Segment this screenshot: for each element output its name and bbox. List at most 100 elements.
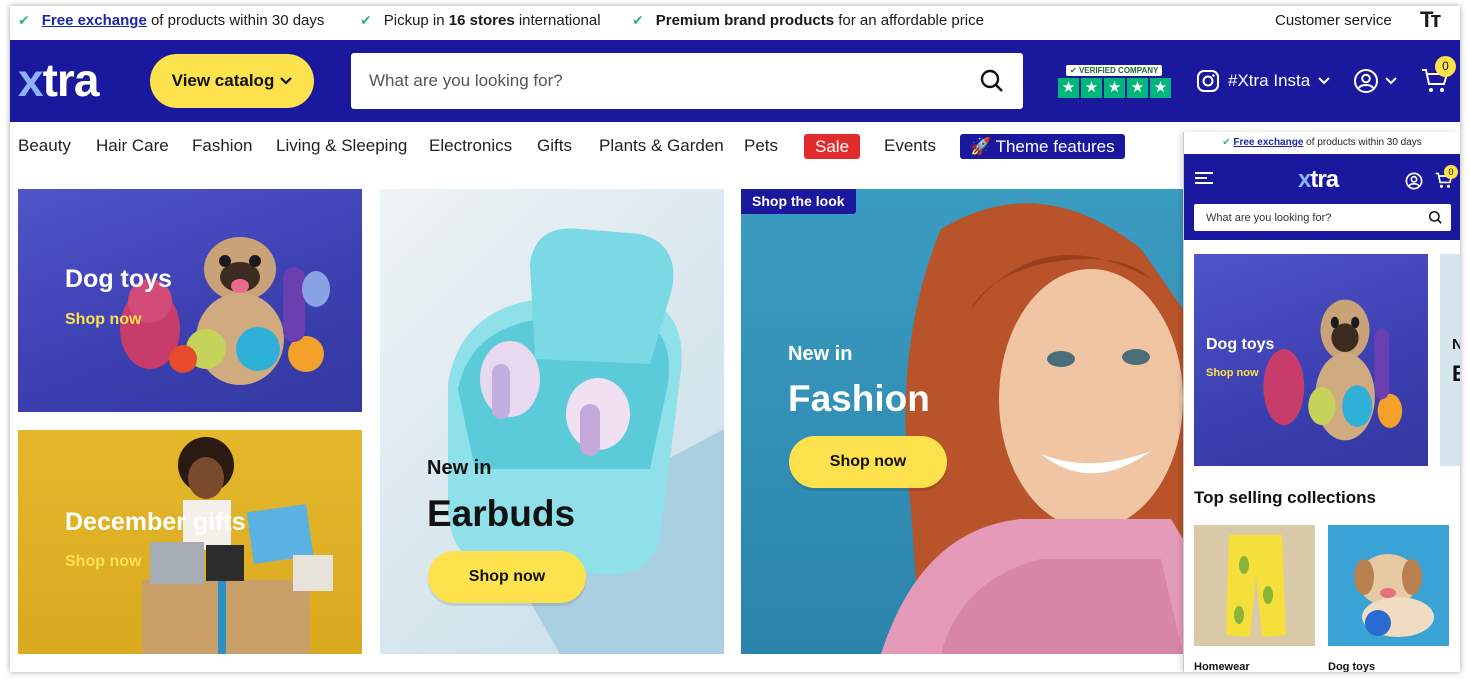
mobile-cart-count-badge: 0 xyxy=(1444,165,1458,179)
search-input[interactable] xyxy=(369,53,969,109)
user-icon xyxy=(1354,69,1378,93)
cart-button[interactable]: 0 xyxy=(1421,56,1456,99)
star-icon: ★ xyxy=(1127,78,1148,98)
mobile-tile-dog-toys[interactable]: Dog toys Shop now xyxy=(1194,254,1428,466)
mobile-logo-x: x xyxy=(1298,166,1311,193)
star-icon: ★ xyxy=(1081,78,1102,98)
fashion-model-image xyxy=(881,203,1183,654)
verified-company-label: ✔ VERIFIED COMPANY xyxy=(1066,65,1163,76)
star-icon: ★ xyxy=(1058,78,1079,98)
rating-stars: ★ ★ ★ ★ ★ xyxy=(1058,78,1171,98)
account-dropdown[interactable] xyxy=(1353,68,1397,94)
dog-toys-image xyxy=(120,237,330,385)
site-header: xtra View catalog ✔ VERIFIED COMPANY ★ ★… xyxy=(10,40,1460,122)
december-gifts-title: December gifts xyxy=(65,508,246,536)
gifts-image xyxy=(142,437,333,654)
earbuds-title: Earbuds xyxy=(427,493,576,534)
mobile-search-bar xyxy=(1194,204,1451,231)
fashion-kicker: New in xyxy=(788,343,853,365)
mobile-preview: ✔ Free exchange of products within 30 da… xyxy=(1183,132,1460,672)
nav-item-living-sleeping[interactable]: Living & Sleeping xyxy=(276,136,407,156)
mobile-header: xtra 0 xyxy=(1184,154,1460,240)
mobile-tile-peek[interactable]: N E xyxy=(1440,254,1460,466)
usp-pickup-post: international xyxy=(514,12,601,29)
dog-toys-image xyxy=(1263,299,1403,441)
tile-dog-toys[interactable]: Dog toys Shop now xyxy=(18,189,362,412)
collection-dog-toys[interactable] xyxy=(1328,525,1449,646)
hamburger-menu-icon[interactable] xyxy=(1194,171,1214,185)
earbuds-kicker: New in xyxy=(427,457,492,479)
nav-item-gifts[interactable]: Gifts xyxy=(537,136,572,156)
homewear-image xyxy=(1226,535,1286,637)
collection-dog-toys-label[interactable]: Dog toys xyxy=(1328,661,1375,672)
cart-count-badge: 0 xyxy=(1435,56,1456,77)
usp-premium-text: Premium brand products for an affordable… xyxy=(656,12,984,29)
check-icon: ✔ xyxy=(360,12,372,28)
free-exchange-link[interactable]: Free exchange xyxy=(42,12,147,29)
search-icon[interactable] xyxy=(979,68,1005,94)
usp-exchange-text: Free exchange of products within 30 days xyxy=(42,12,325,29)
usp-pickup-bold: 16 stores xyxy=(448,12,515,29)
nav-item-pets[interactable]: Pets xyxy=(744,136,778,156)
december-gifts-shop-link[interactable]: Shop now xyxy=(65,553,141,571)
nav-item-hair-care[interactable]: Hair Care xyxy=(96,136,169,156)
mobile-free-exchange-link[interactable]: Free exchange xyxy=(1233,137,1303,148)
shield-check-icon: ✔ xyxy=(1070,66,1079,75)
logo-text: tra xyxy=(42,54,100,106)
mobile-logo-text: tra xyxy=(1310,166,1339,193)
text-size-icon[interactable]: Tт xyxy=(1420,7,1441,33)
star-icon: ★ xyxy=(1104,78,1125,98)
collection-homewear-label[interactable]: Homewear xyxy=(1194,661,1250,672)
user-icon[interactable] xyxy=(1405,172,1423,190)
theme-features-button[interactable]: 🚀 Theme features xyxy=(960,134,1125,159)
chevron-down-icon xyxy=(1385,77,1397,85)
customer-service-link[interactable]: Customer service xyxy=(1275,12,1392,29)
check-icon: ✔ xyxy=(632,12,644,28)
dog-toys-shop-link[interactable]: Shop now xyxy=(65,311,141,329)
usp-pickup-pre: Pickup in xyxy=(383,12,449,29)
chevron-down-icon xyxy=(280,77,293,85)
collection-homewear[interactable] xyxy=(1194,525,1315,646)
earbuds-shop-now-button[interactable]: Shop now xyxy=(428,551,586,603)
nav-item-plants-garden[interactable]: Plants & Garden xyxy=(599,136,724,156)
mobile-logo[interactable]: xtra xyxy=(1298,166,1339,194)
browser-frame: ✔ Free exchange of products within 30 da… xyxy=(10,6,1460,672)
verified-company-text: VERIFIED COMPANY xyxy=(1078,66,1159,75)
fashion-title: Fashion xyxy=(788,378,930,419)
insta-label: #Xtra Insta xyxy=(1228,71,1311,90)
usp-premium: ✔ Premium brand products for an affordab… xyxy=(632,12,984,29)
fashion-shop-now-button[interactable]: Shop now xyxy=(789,436,947,488)
mobile-usp-text: of products within 30 days xyxy=(1303,137,1422,148)
star-icon: ★ xyxy=(1150,78,1171,98)
mobile-peek-title: E xyxy=(1452,361,1460,387)
search-icon[interactable] xyxy=(1428,210,1443,225)
tile-earbuds[interactable]: New in Earbuds Shop now xyxy=(380,189,724,654)
nav-item-fashion[interactable]: Fashion xyxy=(192,136,252,156)
usp-pickup: ✔ Pickup in 16 stores international xyxy=(360,12,601,29)
search-bar xyxy=(351,53,1023,109)
top-selling-collections-title: Top selling collections xyxy=(1194,488,1376,507)
view-catalog-button[interactable]: View catalog xyxy=(150,54,314,108)
mobile-peek-kicker: N xyxy=(1452,336,1460,353)
usp-pickup-text: Pickup in 16 stores international xyxy=(384,12,601,29)
nav-item-electronics[interactable]: Electronics xyxy=(429,136,512,156)
usp-exchange: ✔ Free exchange of products within 30 da… xyxy=(18,12,324,29)
mobile-usp-bar: ✔ Free exchange of products within 30 da… xyxy=(1184,132,1460,154)
nav-item-events[interactable]: Events xyxy=(884,136,936,156)
usp-bar: ✔ Free exchange of products within 30 da… xyxy=(10,6,1460,40)
nav-item-sale[interactable]: Sale xyxy=(804,134,861,159)
logo-x: x xyxy=(18,54,44,106)
mobile-dog-toys-shop-link[interactable]: Shop now xyxy=(1206,367,1259,379)
mobile-search-input[interactable] xyxy=(1206,204,1416,231)
dog-toys-title: Dog toys xyxy=(65,265,172,293)
usp-premium-post: for an affordable price xyxy=(834,12,984,29)
logo[interactable]: xtra xyxy=(18,54,100,106)
view-catalog-label: View catalog xyxy=(171,71,275,90)
tile-december-gifts[interactable]: December gifts Shop now xyxy=(18,430,362,654)
puppy-image xyxy=(1354,554,1434,637)
insta-dropdown[interactable]: #Xtra Insta xyxy=(1196,69,1330,93)
trust-badge[interactable]: ✔ VERIFIED COMPANY ★ ★ ★ ★ ★ xyxy=(1058,65,1171,99)
mobile-cart-button[interactable]: 0 xyxy=(1435,165,1458,194)
tile-fashion[interactable]: Shop the look New in Fashion Shop now xyxy=(741,189,1183,654)
nav-item-beauty[interactable]: Beauty xyxy=(18,136,71,156)
